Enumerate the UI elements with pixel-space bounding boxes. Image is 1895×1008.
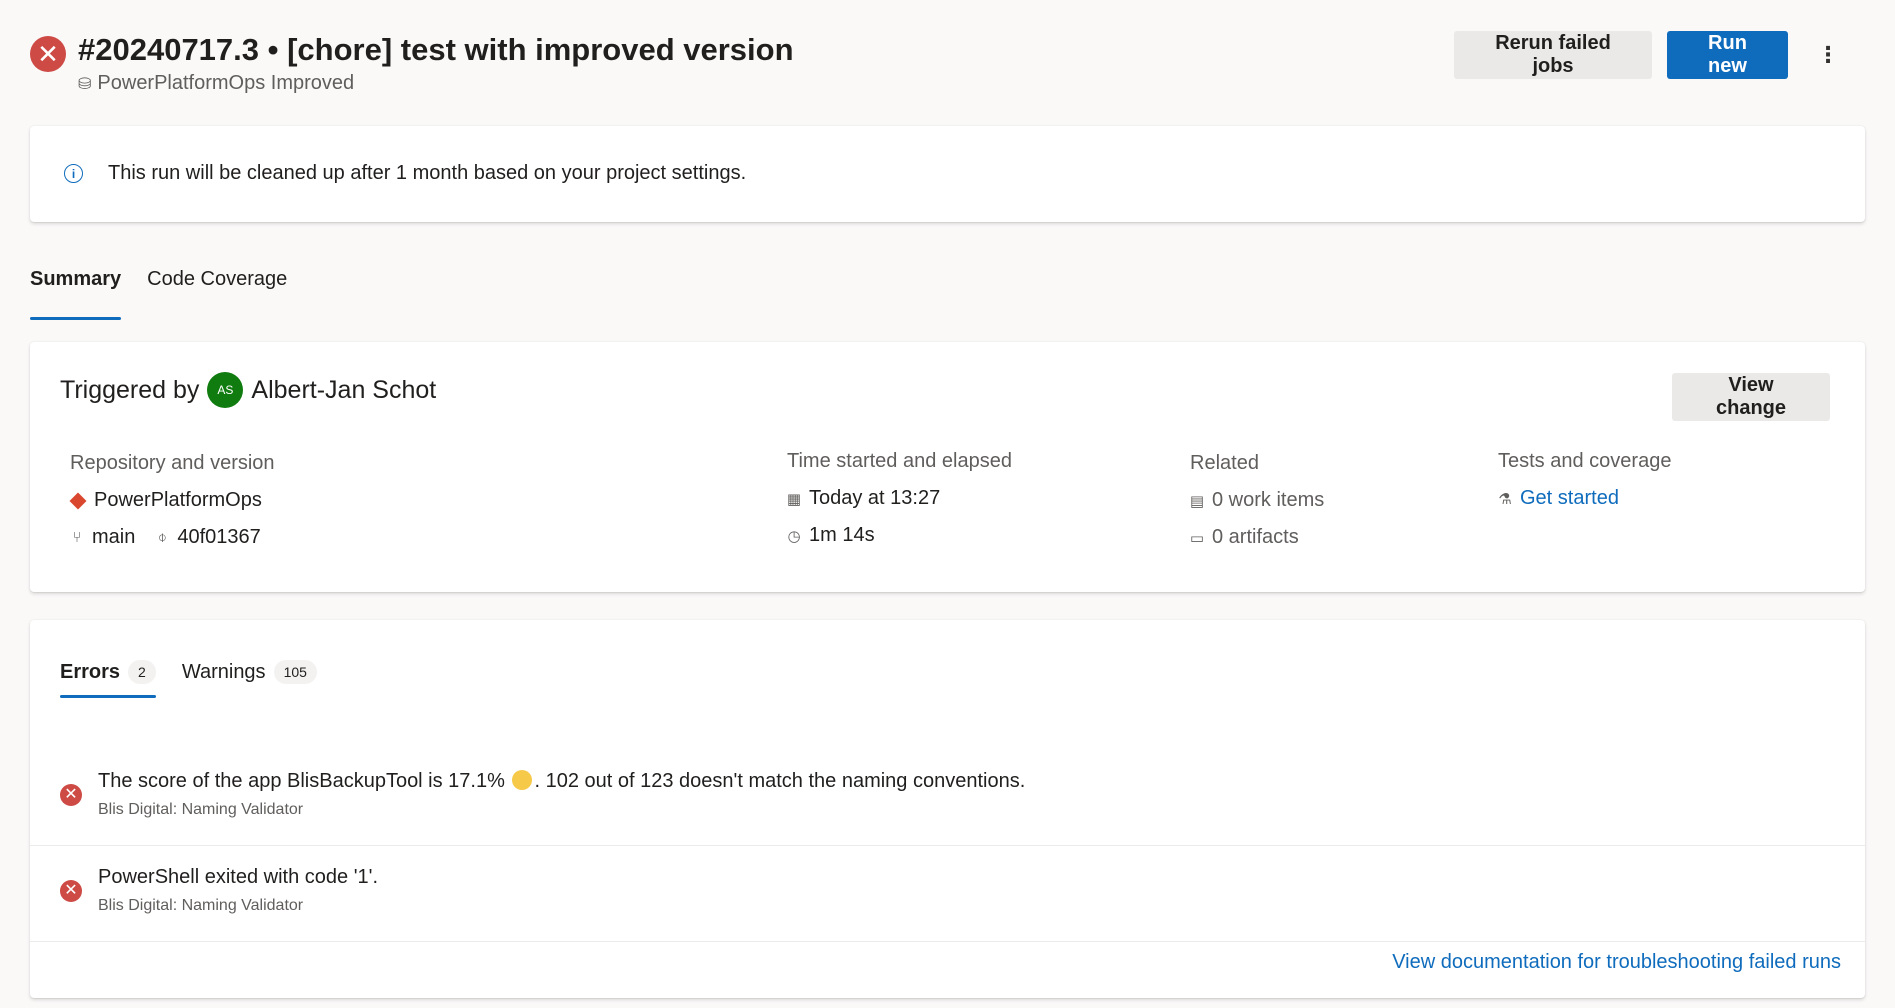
commit-id[interactable]: 40f01367 <box>177 526 260 549</box>
branch-name[interactable]: main <box>92 526 135 549</box>
run-tabs: Summary Code Coverage <box>30 268 287 320</box>
repository-heading: Repository and version <box>70 452 275 474</box>
failed-status-icon: ✕ <box>30 36 66 72</box>
elapsed-time: 1m 14s <box>809 524 875 546</box>
tab-code-coverage[interactable]: Code Coverage <box>147 268 287 320</box>
repository-column: Repository and version PowerPlatformOps … <box>69 452 275 549</box>
clock-icon: ◷ <box>787 527 801 545</box>
avatar: AS <box>207 372 244 408</box>
branch-icon: ⑂ <box>72 529 82 546</box>
tests-heading: Tests and coverage <box>1498 450 1672 472</box>
related-column: Related ▤ 0 work items ▭ 0 artifacts <box>1190 452 1324 549</box>
run-new-button[interactable]: Run new <box>1667 31 1788 79</box>
issue-tabs: Errors 2 Warnings 105 <box>60 660 317 698</box>
errors-count-badge: 2 <box>128 660 156 684</box>
elapsed-row: ◷ 1m 14s <box>787 524 1012 547</box>
related-heading: Related <box>1190 452 1259 474</box>
pipeline-name[interactable]: PowerPlatformOps Improved <box>97 72 354 95</box>
more-actions-icon[interactable]: ⋮ <box>1808 34 1848 76</box>
time-column: Time started and elapsed ▦ Today at 13:2… <box>787 450 1012 547</box>
run-title: #20240717.3 • [chore] test with improved… <box>78 32 794 67</box>
tab-warnings-label: Warnings <box>181 660 266 683</box>
started-time: Today at 13:27 <box>809 487 941 509</box>
artifacts-count[interactable]: 0 artifacts <box>1212 526 1299 549</box>
error-message: The score of the app BlisBackupTool is 1… <box>98 770 1025 793</box>
error-source: Blis Digital: Naming Validator <box>98 897 304 914</box>
retention-info-text: This run will be cleaned up after 1 mont… <box>108 162 747 184</box>
error-icon: ✕ <box>60 880 82 902</box>
error-message-text: The score of the app BlisBackupTool is 1… <box>98 770 505 792</box>
run-header: ✕ #20240717.3 • [chore] test with improv… <box>30 28 1865 108</box>
version-row: ⑂ main ⌽ 40f01367 <box>70 526 275 549</box>
error-row[interactable]: ✕ The score of the app BlisBackupTool is… <box>30 750 1865 846</box>
error-message-text-cont: . 102 out of 123 doesn't match the namin… <box>534 770 1026 792</box>
error-icon: ✕ <box>60 784 82 806</box>
tab-errors[interactable]: Errors 2 <box>60 660 156 698</box>
get-started-link[interactable]: Get started <box>1520 487 1619 510</box>
rerun-failed-jobs-button[interactable]: Rerun failed jobs <box>1454 31 1652 79</box>
repository-name[interactable]: PowerPlatformOps <box>94 489 262 512</box>
tab-errors-label: Errors <box>60 660 121 683</box>
pipeline-icon: ⛁ <box>78 75 92 93</box>
tests-column: Tests and coverage ⚗ Get started <box>1498 450 1671 510</box>
artifact-icon: ▭ <box>1189 529 1205 547</box>
info-icon: i <box>64 164 83 183</box>
triggered-by-label: Triggered by <box>60 375 200 404</box>
tab-warnings[interactable]: Warnings 105 <box>182 660 317 698</box>
view-change-button[interactable]: View change <box>1672 373 1830 421</box>
git-repo-icon <box>69 492 87 509</box>
tests-get-started-row[interactable]: ⚗ Get started <box>1498 487 1671 510</box>
error-source: Blis Digital: Naming Validator <box>98 801 304 818</box>
work-items-row[interactable]: ▤ 0 work items <box>1190 489 1324 512</box>
beaker-icon: ⚗ <box>1498 490 1512 508</box>
error-row[interactable]: ✕ PowerShell exited with code '1'. Blis … <box>30 846 1865 942</box>
run-summary-card: Triggered by AS Albert-Jan Schot View ch… <box>30 342 1865 592</box>
work-item-icon: ▤ <box>1189 492 1205 510</box>
repository-link[interactable]: PowerPlatformOps <box>69 489 275 512</box>
warnings-count-badge: 105 <box>273 660 317 684</box>
retention-info-banner: i This run will be cleaned up after 1 mo… <box>30 126 1865 222</box>
issues-card: Errors 2 Warnings 105 ✕ The score of the… <box>30 620 1865 998</box>
pipeline-run-page: ✕ #20240717.3 • [chore] test with improv… <box>0 0 1895 1008</box>
pipeline-link[interactable]: ⛁ PowerPlatformOps Improved <box>78 72 354 95</box>
artifacts-row[interactable]: ▭ 0 artifacts <box>1190 526 1324 549</box>
commit-icon: ⌽ <box>157 529 167 546</box>
flushed-face-icon <box>512 770 533 790</box>
triggered-by-user: Albert-Jan Schot <box>251 375 437 404</box>
work-items-count[interactable]: 0 work items <box>1212 489 1324 512</box>
tab-summary[interactable]: Summary <box>30 268 122 320</box>
triggered-by: Triggered by AS Albert-Jan Schot <box>60 372 436 408</box>
time-heading: Time started and elapsed <box>787 450 1012 472</box>
error-message: PowerShell exited with code '1'. <box>98 866 379 888</box>
started-row: ▦ Today at 13:27 <box>787 487 1012 510</box>
troubleshooting-docs-link[interactable]: View documentation for troubleshooting f… <box>1392 951 1841 974</box>
calendar-icon: ▦ <box>786 490 802 508</box>
